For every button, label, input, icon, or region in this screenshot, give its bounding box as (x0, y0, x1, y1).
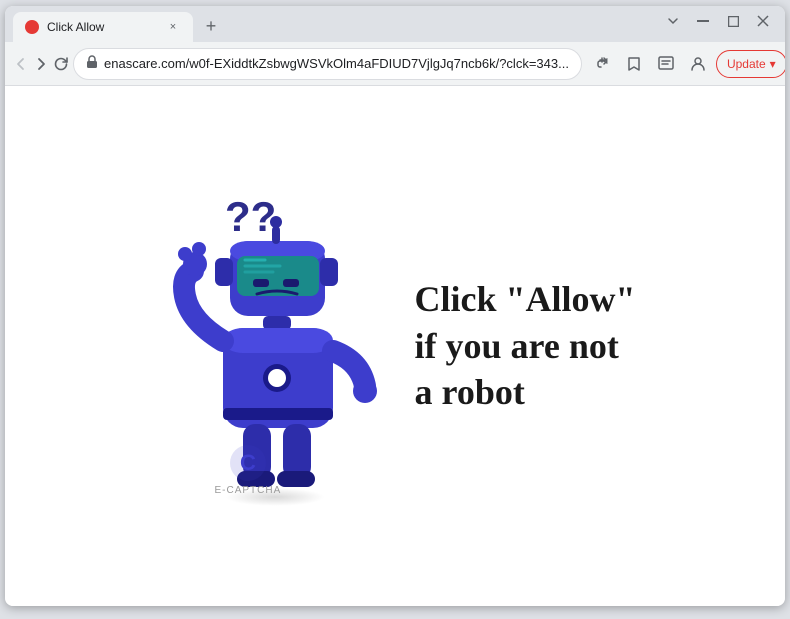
tab-strip: Click Allow × + (13, 6, 659, 42)
browser-window: Click Allow × + (5, 6, 785, 606)
minimize-button[interactable] (689, 7, 717, 35)
main-text-line3: a robot (415, 369, 636, 416)
address-bar[interactable]: enascare.com/w0f-EXiddtkZsbwgWSVkOlm4aFD… (73, 48, 582, 80)
main-text-line2: if you are not (415, 323, 636, 370)
update-button[interactable]: Update ▾ (716, 50, 785, 78)
tab-close-button[interactable]: × (165, 19, 181, 35)
maximize-button[interactable] (719, 7, 747, 35)
tab-favicon (25, 20, 39, 34)
nav-bar: enascare.com/w0f-EXiddtkZsbwgWSVkOlm4aFD… (5, 42, 785, 86)
update-chevron-icon: ▾ (770, 57, 776, 71)
captcha-label: E-CAPTCHA (215, 485, 282, 496)
share-icon[interactable] (586, 48, 618, 80)
tab-search-icon[interactable] (650, 48, 682, 80)
url-text: enascare.com/w0f-EXiddtkZsbwgWSVkOlm4aFD… (104, 56, 569, 71)
title-bar: Click Allow × + (5, 6, 785, 42)
title-bar-controls (659, 7, 777, 41)
captcha-watermark: C E-CAPTCHA (215, 443, 282, 496)
back-button[interactable] (13, 48, 29, 80)
bookmark-icon[interactable] (618, 48, 650, 80)
svg-text:??: ?? (225, 193, 276, 240)
profile-icon[interactable] (682, 48, 714, 80)
new-tab-button[interactable]: + (197, 12, 225, 40)
chevron-down-icon[interactable] (659, 7, 687, 35)
page-inner: ?? (135, 156, 656, 536)
close-button[interactable] (749, 7, 777, 35)
reload-button[interactable] (53, 48, 69, 80)
page-content: ?? (5, 86, 785, 606)
svg-text:C: C (240, 450, 256, 475)
text-section: Click "Allow" if you are not a robot (415, 276, 636, 416)
forward-button[interactable] (33, 48, 49, 80)
main-text-line1: Click "Allow" (415, 276, 636, 323)
active-tab[interactable]: Click Allow × (13, 12, 193, 42)
tab-title: Click Allow (47, 20, 157, 34)
lock-icon (86, 55, 98, 72)
robot-illustration: ?? (155, 176, 395, 516)
nav-right-icons: Update ▾ ⋮ (586, 48, 785, 80)
